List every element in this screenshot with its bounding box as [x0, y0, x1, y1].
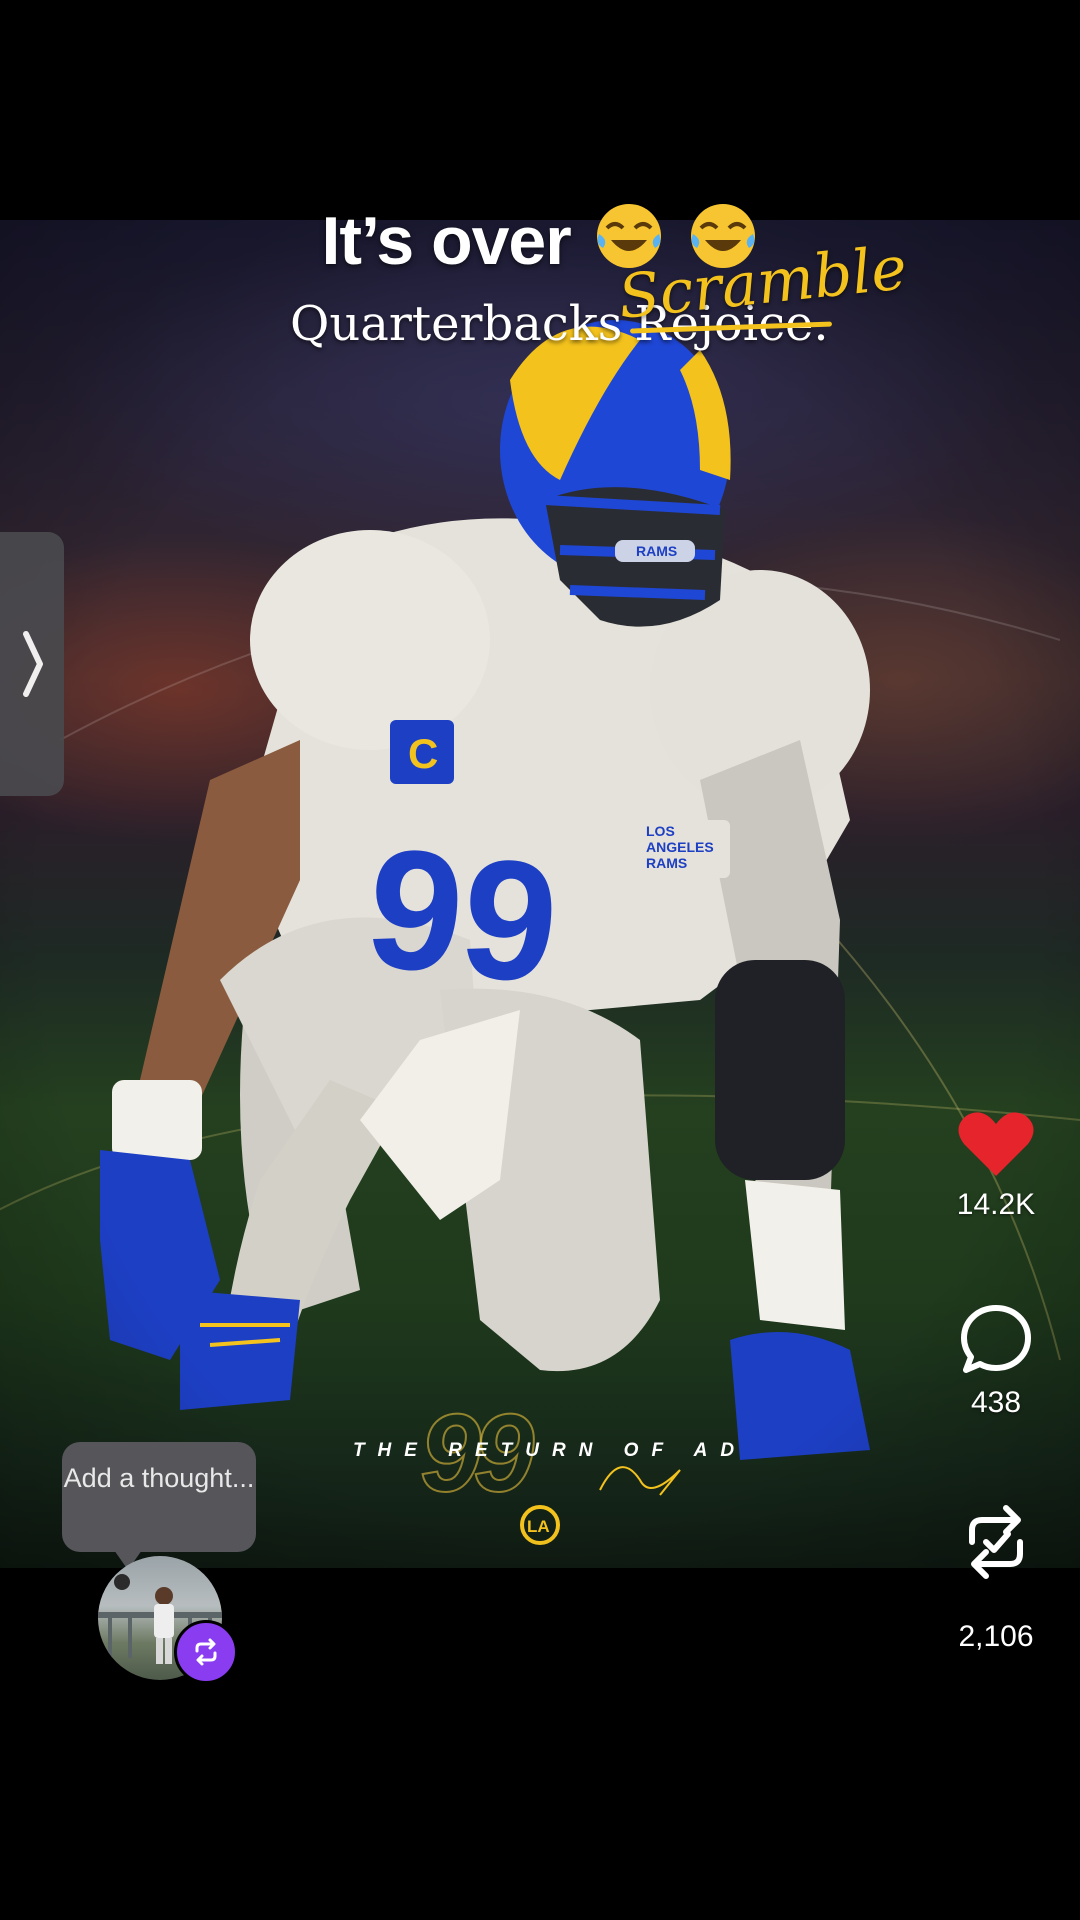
repost-arrows-icon [195, 1638, 217, 1666]
poster-image[interactable]: 99 C LOS ANGELES RAMS RAMS LA [0, 220, 1080, 1568]
side-panel-handle[interactable] [0, 532, 64, 796]
repost-check-icon [969, 1505, 1023, 1579]
poster-tagline: THE RETURN OF AD [352, 1440, 748, 1461]
repost-badge [174, 1620, 238, 1684]
add-thought-bubble[interactable]: Add a thought... [62, 1442, 256, 1570]
svg-text:C: C [408, 730, 438, 777]
add-thought-placeholder: Add a thought... [63, 1463, 255, 1493]
svg-text:ANGELES: ANGELES [646, 839, 714, 855]
chevron-right-icon [23, 631, 43, 697]
svg-text:LOS: LOS [646, 823, 675, 839]
svg-text:LA: LA [527, 1517, 550, 1536]
comment-button[interactable]: 438 [936, 1302, 1056, 1420]
svg-text:RAMS: RAMS [636, 543, 677, 559]
svg-text:99: 99 [359, 812, 567, 1021]
caption-text: It’s over [321, 203, 571, 279]
like-button[interactable]: 14.2K [936, 1108, 1056, 1222]
comment-bubble-icon [961, 1305, 1031, 1373]
football-player-illustration: 99 C LOS ANGELES RAMS RAMS LA [0, 320, 1080, 1545]
comment-count: 438 [970, 1386, 1022, 1419]
heart-icon [958, 1112, 1034, 1176]
headline-word: Quarterbacks [290, 296, 623, 352]
repost-button[interactable]: 2,106 [936, 1500, 1056, 1654]
repost-count: 2,106 [958, 1620, 1034, 1653]
svg-text:RAMS: RAMS [646, 855, 687, 871]
video-caption: It’s over [0, 200, 1080, 280]
like-count: 14.2K [956, 1188, 1036, 1221]
